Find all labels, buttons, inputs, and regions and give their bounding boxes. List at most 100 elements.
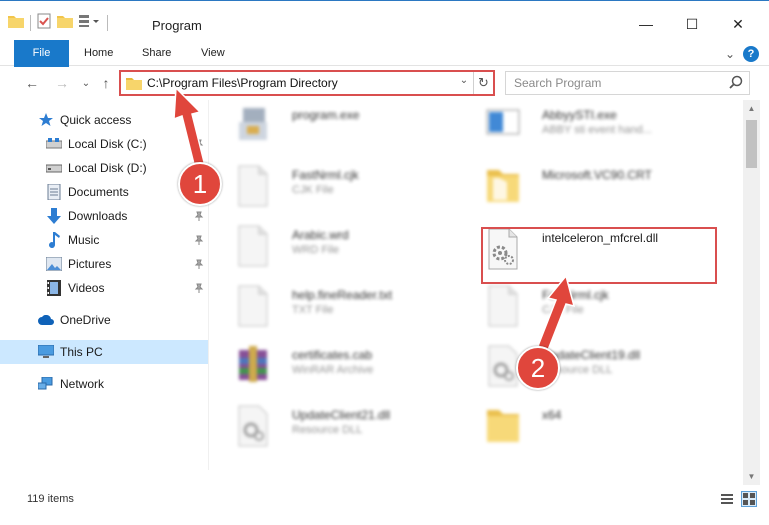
file-type: Resource DLL [292,424,363,436]
chevron-down-icon[interactable]: ⌄ [457,75,471,91]
list-item[interactable]: x64 [465,400,705,452]
file-name: Arabic.wrd [292,228,349,242]
tab-view[interactable]: View [189,40,237,66]
computer-icon [38,344,54,360]
sidebar-item-label: Local Disk (C:) [68,137,147,151]
file-type: CJK File [292,184,334,196]
address-bar[interactable]: C:\Program Files\Program Directory ⌄ ↻ [119,70,495,96]
pin-icon[interactable] [194,210,204,224]
minimize-button[interactable]: — [623,9,669,39]
drive-icon [46,136,62,152]
file-list: program.exe FastNrml.cjk CJK File Arabic… [215,100,743,480]
sidebar-item-videos[interactable]: Videos [0,276,208,300]
sidebar-item-label: Documents [68,185,129,199]
scroll-down-icon[interactable]: ▼ [743,468,760,485]
up-button[interactable]: ↑ [96,73,116,93]
list-item[interactable]: UpdateClient19.dll Resource DLL [465,340,705,392]
maximize-button[interactable]: ☐ [669,9,715,39]
file-type: ABBY sti event hand... [542,124,652,136]
documents-icon [46,184,62,200]
new-folder-icon[interactable] [57,14,73,31]
refresh-button[interactable]: ↻ [473,72,493,94]
exe-file-icon [235,104,271,148]
sidebar-item-label: Pictures [68,257,112,271]
sidebar-item-pictures[interactable]: Pictures [0,252,208,276]
sidebar-item-quick-access[interactable]: Quick access [0,108,208,132]
list-item[interactable]: FastNrml.cjk CJK File [215,160,455,212]
list-item[interactable]: Arabic.wrd WRD File [215,220,455,272]
sidebar-item-local-disk-c[interactable]: Local Disk (C:) [0,132,208,156]
folder-icon[interactable] [8,14,24,31]
help-icon[interactable]: ? [743,46,759,62]
sidebar-item-this-pc[interactable]: This PC [0,340,208,364]
back-button[interactable]: ← [22,73,42,93]
sidebar-item-local-disk-d[interactable]: Local Disk (D:) [0,156,208,180]
close-button[interactable]: ✕ [715,9,761,39]
list-item[interactable]: UpdateClient21.dll Resource DLL [215,400,455,452]
sidebar-item-music[interactable]: Music [0,228,208,252]
cloud-icon [38,312,54,328]
ribbon-controls: ⌄ ? [725,46,759,62]
file-icon [235,164,271,208]
sidebar-item-documents[interactable]: Documents [0,180,208,204]
file-name: program.exe [292,108,360,122]
search-box[interactable] [505,71,750,95]
search-icon[interactable] [729,75,743,92]
sidebar-item-downloads[interactable]: Downloads [0,204,208,228]
file-type: WRD File [292,244,340,256]
navigation-pane: Quick access Local Disk (C:) Local Disk … [0,100,208,485]
sidebar-item-network[interactable]: Network [0,372,208,396]
list-item[interactable]: program.exe [215,100,455,152]
address-row: ← → ⌄ ↑ C:\Program Files\Program Directo… [0,67,769,99]
tab-share[interactable]: Share [130,40,183,66]
list-item[interactable]: help.fineReader.txt TXT File [215,280,455,332]
pane-divider[interactable] [208,100,209,470]
recent-locations-button[interactable]: ⌄ [76,73,96,93]
details-view-icon[interactable] [719,491,735,507]
pin-icon[interactable] [194,234,204,248]
quick-access-toolbar [8,13,108,32]
highlight-box [481,227,717,284]
forward-button[interactable]: → [52,73,72,93]
window-title: Program [152,18,202,33]
scroll-up-icon[interactable]: ▲ [743,100,760,117]
qat-divider [30,14,31,31]
file-name: FastNrml.cjk [542,288,609,302]
sidebar-item-onedrive[interactable]: OneDrive [0,308,208,332]
file-icon [485,284,521,328]
vertical-scrollbar[interactable]: ▲ ▼ [743,100,760,485]
sidebar-item-label: Downloads [68,209,128,223]
file-icon [235,284,271,328]
list-item[interactable]: Microsoft.VC90.CRT [465,160,705,212]
file-name: certificates.cab [292,348,373,362]
tiles-view-icon[interactable] [741,491,757,507]
tab-home[interactable]: Home [72,40,125,66]
exe-file-icon [485,104,521,148]
list-item[interactable]: certificates.cab WinRAR Archive [215,340,455,392]
scroll-thumb[interactable] [746,120,757,168]
dll-file-icon [235,404,271,448]
callout-step-2: 2 [516,346,560,390]
file-type: CJK File [542,304,584,316]
address-path[interactable]: C:\Program Files\Program Directory [147,76,338,90]
properties-icon[interactable] [37,13,51,32]
videos-icon [46,280,62,296]
customize-toolbar-icon[interactable] [79,14,101,31]
list-item[interactable]: FastNrml.cjk CJK File [465,280,705,332]
network-icon [38,376,54,392]
archive-icon [235,344,271,388]
sidebar-item-label: Quick access [60,113,132,127]
chevron-down-icon[interactable]: ⌄ [725,47,735,61]
file-type: TXT File [292,304,334,316]
file-name: Microsoft.VC90.CRT [542,168,652,182]
drive-icon [46,160,62,176]
item-count: 119 items [27,493,74,505]
pin-icon[interactable] [194,282,204,296]
pictures-icon [46,256,62,272]
download-icon [46,208,62,224]
callout-step-1: 1 [178,162,222,206]
pin-icon[interactable] [194,138,204,152]
pin-icon[interactable] [194,258,204,272]
search-input[interactable] [514,75,714,91]
list-item[interactable]: AbbyySTI.exe ABBY sti event hand... [465,100,705,152]
